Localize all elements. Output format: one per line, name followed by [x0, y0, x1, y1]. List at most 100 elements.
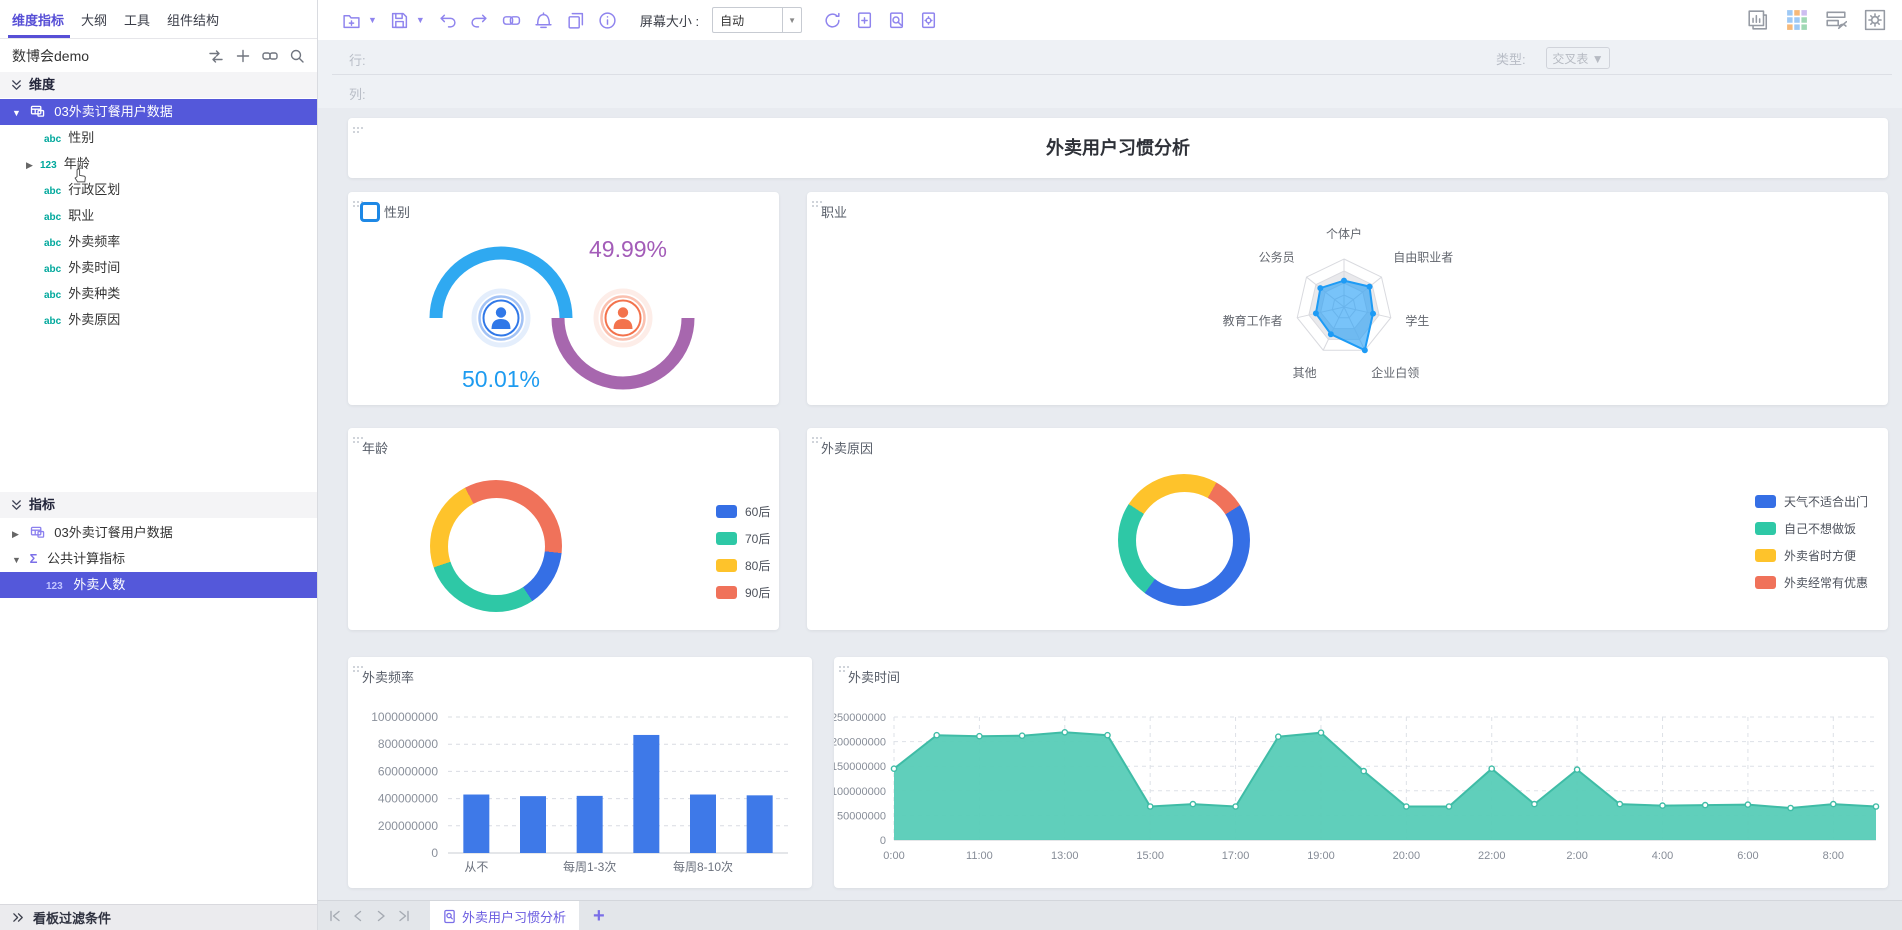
dimensions-section-header[interactable]: 维度 — [0, 72, 317, 98]
tree-item-label: 03外卖订餐用户数据 — [54, 104, 172, 119]
dim-item-occupation[interactable]: abc职业 — [0, 203, 317, 229]
age-legend: 60后 70后 80后90后 — [716, 498, 770, 606]
table-icon — [30, 101, 46, 114]
tab-component-structure[interactable]: 组件结构 — [167, 10, 219, 29]
reason-widget[interactable]: 外卖原因 天气不适合出门自己不想做饭外卖省时方便外卖经常有优惠 — [807, 428, 1888, 630]
metric-item-takeout-count[interactable]: 123 外卖人数 — [0, 572, 317, 598]
screen-size-select[interactable]: 自动 ▼ — [712, 7, 802, 33]
add-dashboard-tab-button[interactable]: + — [593, 906, 605, 926]
undo-icon[interactable] — [438, 11, 457, 30]
info-icon[interactable] — [598, 11, 617, 30]
title-widget[interactable]: 外卖用户习惯分析 — [348, 118, 1888, 178]
main-area: ▼ ▼ 屏幕大小 : 自动 ▼ — [318, 0, 1902, 930]
legend-label: 60后 — [745, 503, 770, 520]
dashboard-canvas: 外卖用户习惯分析 性别 49.99% 50.01% 职业 个体户自由职业者学生企… — [318, 108, 1902, 900]
prev-page-icon[interactable] — [351, 909, 365, 923]
svg-text:19:00: 19:00 — [1307, 850, 1335, 862]
dashboard-doc-icon — [443, 909, 456, 924]
doc-search-icon[interactable] — [887, 11, 906, 30]
save-icon[interactable] — [390, 11, 409, 30]
search-icon[interactable] — [289, 48, 305, 64]
svg-text:200000000: 200000000 — [378, 819, 438, 833]
copy-component-icon[interactable] — [566, 11, 585, 30]
legend-item[interactable]: 外卖经常有优惠 — [1755, 569, 1868, 596]
metric-calc-group[interactable]: ▼ Σ 公共计算指标 — [0, 546, 317, 572]
legend-item[interactable]: 80后 — [716, 552, 770, 579]
time-widget[interactable]: 外卖时间 05000000010000000015000000020000000… — [834, 657, 1888, 888]
switch-dataset-icon[interactable] — [208, 48, 224, 64]
legend-item[interactable]: 外卖省时方便 — [1755, 542, 1868, 569]
row-column-panel: 行: 类型: 交叉表 ▼ 列: — [318, 40, 1902, 108]
tree-item-label: 外卖频率 — [68, 234, 120, 249]
widget-title: 外卖原因 — [821, 438, 873, 457]
collapse-arrow-icon[interactable]: ▼ — [12, 100, 24, 126]
component-grid-icon[interactable] — [1786, 9, 1808, 31]
select-caret-icon: ▼ — [782, 8, 801, 32]
reason-donut-chart — [1118, 474, 1250, 606]
dim-item-gender[interactable]: abc性别 — [0, 125, 317, 151]
dashboard-title: 外卖用户习惯分析 — [348, 118, 1888, 178]
settings-gear-icon[interactable] — [1864, 9, 1886, 31]
new-dashboard-icon[interactable] — [342, 11, 361, 30]
drag-grip-icon[interactable] — [352, 121, 364, 139]
metric-tree-root[interactable]: ▶ 03外卖订餐用户数据 — [0, 520, 317, 546]
doc-settings-icon[interactable] — [919, 11, 938, 30]
svg-text:每周8-10次: 每周8-10次 — [673, 859, 733, 874]
tab-tools[interactable]: 工具 — [124, 10, 150, 29]
dim-item-region[interactable]: abc行政区划 — [0, 177, 317, 203]
hidden-components-icon[interactable] — [1825, 9, 1847, 31]
dim-item-frequency[interactable]: abc外卖频率 — [0, 229, 317, 255]
collapse-arrow-icon[interactable]: ▼ — [12, 547, 24, 573]
new-dropdown-caret[interactable]: ▼ — [368, 15, 377, 25]
last-page-icon[interactable] — [397, 909, 411, 923]
dims-tree-root[interactable]: ▼ 03外卖订餐用户数据 — [0, 99, 317, 125]
expand-arrow-icon[interactable]: ▶ — [12, 521, 24, 547]
legend-item[interactable]: 自己不想做饭 — [1755, 515, 1868, 542]
table-icon — [30, 522, 46, 535]
gender-widget[interactable]: 性别 49.99% 50.01% — [348, 192, 779, 405]
tree-item-label: 外卖种类 — [68, 286, 120, 301]
dashboard-tab-active[interactable]: 外卖用户习惯分析 — [430, 901, 579, 930]
legend-item[interactable]: 60后 — [716, 498, 770, 525]
first-page-icon[interactable] — [328, 909, 342, 923]
link-icon[interactable] — [262, 48, 278, 64]
frequency-widget[interactable]: 外卖频率 02000000004000000006000000008000000… — [348, 657, 812, 888]
add-field-icon[interactable] — [235, 48, 251, 64]
save-dropdown-caret[interactable]: ▼ — [416, 15, 425, 25]
svg-text:从不: 从不 — [464, 860, 488, 874]
collapse-double-chevron-icon — [10, 499, 23, 512]
dashboard-filter-bar[interactable]: 看板过滤条件 — [0, 904, 317, 930]
chart-report-icon[interactable] — [1747, 9, 1769, 31]
doc-add-icon[interactable] — [855, 11, 874, 30]
occupation-widget[interactable]: 职业 个体户自由职业者学生企业白领其他教育工作者公务员 — [807, 192, 1888, 405]
chart-type-dropdown[interactable]: 交叉表 ▼ — [1546, 47, 1610, 69]
next-page-icon[interactable] — [374, 909, 388, 923]
redo-icon[interactable] — [470, 11, 489, 30]
metrics-section-header[interactable]: 指标 — [0, 492, 317, 518]
legend-item[interactable]: 70后 — [716, 525, 770, 552]
dim-item-age[interactable]: ▶123年龄 — [0, 151, 317, 177]
widget-select-checkbox[interactable] — [360, 202, 380, 222]
legend-label: 70后 — [745, 530, 770, 547]
legend-item[interactable]: 天气不适合出门 — [1755, 488, 1868, 515]
dim-item-time[interactable]: abc外卖时间 — [0, 255, 317, 281]
link-icon[interactable] — [502, 11, 521, 30]
tab-dimensions-metrics[interactable]: 维度指标 — [12, 10, 64, 29]
age-widget[interactable]: 年龄 60后70后80后90后 — [348, 428, 779, 630]
expand-arrow-icon[interactable]: ▶ — [26, 152, 38, 178]
legend-item[interactable]: 90后 — [716, 579, 770, 606]
svg-text:22:00: 22:00 — [1478, 850, 1506, 862]
tree-item-label: 年龄 — [64, 156, 90, 171]
tree-item-label: 职业 — [68, 208, 94, 223]
dim-item-category[interactable]: abc外卖种类 — [0, 281, 317, 307]
dim-item-reason[interactable]: abc外卖原因 — [0, 307, 317, 333]
sidebar: 维度指标 大纲 工具 组件结构 数博会demo 维度 ▼ 03外卖订餐用户数据 … — [0, 0, 318, 930]
widget-title: 性别 — [384, 202, 410, 221]
tab-outline[interactable]: 大纲 — [81, 10, 107, 29]
svg-text:公务员: 公务员 — [1259, 250, 1295, 265]
refresh-icon[interactable] — [823, 11, 842, 30]
svg-text:13:00: 13:00 — [1051, 850, 1079, 862]
tree-item-label: 外卖人数 — [73, 577, 125, 592]
alert-bell-icon[interactable] — [534, 11, 553, 30]
legend-swatch — [716, 586, 737, 599]
